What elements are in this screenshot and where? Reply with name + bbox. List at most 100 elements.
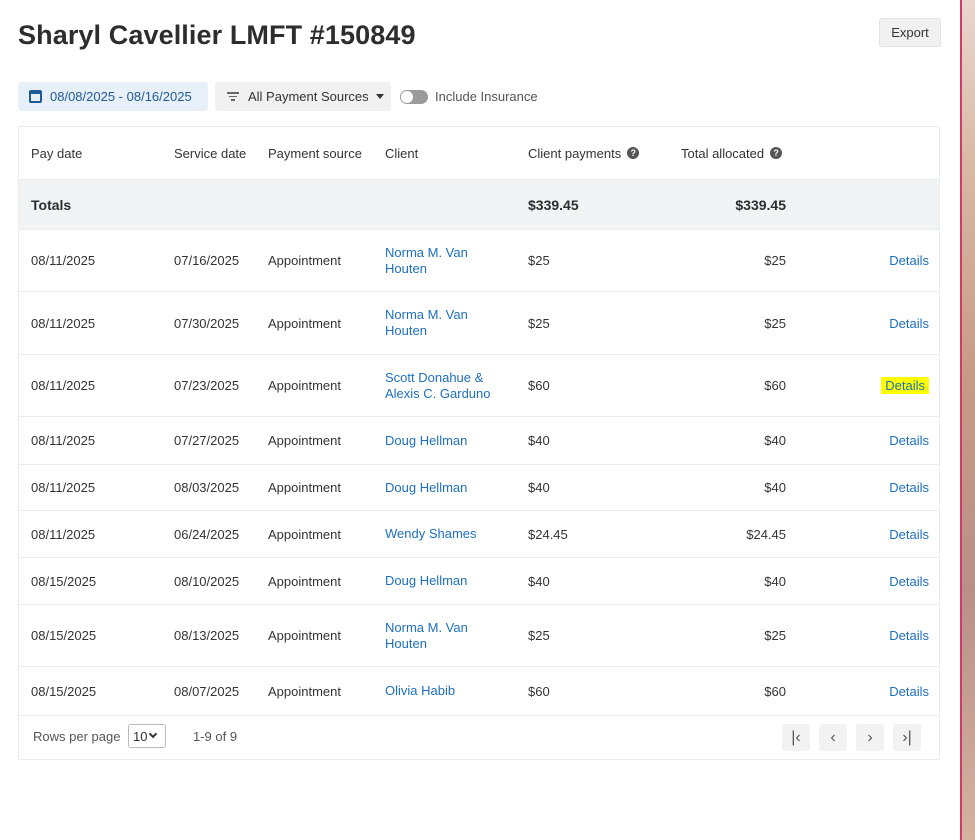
- pay-date: 08/11/2025: [31, 480, 96, 495]
- pay-date: 08/15/2025: [31, 683, 97, 699]
- total-allocated: $25: [764, 315, 786, 331]
- col-client: Client: [385, 145, 419, 161]
- payment-source-filter[interactable]: All Payment Sources: [215, 82, 391, 111]
- help-icon[interactable]: ?: [770, 147, 783, 159]
- payment-source-label: All Payment Sources: [248, 89, 369, 104]
- client-payments: $25: [528, 628, 550, 643]
- details-link[interactable]: Details: [889, 628, 929, 643]
- details-cell: Details: [819, 465, 929, 510]
- client-payments: $40: [528, 480, 550, 495]
- date-range-filter[interactable]: 08/08/2025 - 08/16/2025: [18, 82, 208, 111]
- pay-date: 08/11/2025: [31, 315, 96, 331]
- caret-down-icon: [375, 94, 384, 99]
- details-cell: Details: [819, 605, 929, 666]
- client-cell: Norma M. Van Houten: [385, 292, 515, 354]
- service-date: 07/30/2025: [174, 315, 240, 331]
- table-footer: Rows per page 10 1-9 of 9 |‹ ‹ › ›|: [19, 716, 939, 760]
- client-payments: $40: [528, 433, 550, 448]
- toggle-knob: [401, 91, 413, 103]
- client-payments: $60: [528, 683, 550, 699]
- pay-date: 08/11/2025: [31, 378, 96, 393]
- table-row: 08/11/2025 07/30/2025 Appointment Norma M. …: [19, 292, 939, 355]
- client-payments: $40: [528, 573, 550, 589]
- col-payment-source: Payment source: [268, 145, 362, 161]
- details-link[interactable]: Details: [889, 574, 929, 589]
- calendar-icon: [29, 90, 42, 103]
- client-link[interactable]: Doug Hellman: [385, 480, 467, 496]
- details-link[interactable]: Details: [881, 377, 929, 394]
- client-link[interactable]: Norma M. Van Houten: [385, 620, 468, 652]
- prev-page-button[interactable]: ‹: [819, 724, 847, 751]
- total-allocated: $60: [764, 683, 786, 699]
- total-allocated: $25: [764, 628, 786, 643]
- details-link[interactable]: Details: [889, 316, 929, 331]
- payment-source: Appointment: [268, 573, 341, 589]
- details-cell: Details: [819, 230, 929, 291]
- client-name-line1: Olivia Habib: [385, 683, 456, 698]
- col-client-payments-label: Client payments: [528, 145, 622, 161]
- service-date: 07/23/2025: [174, 378, 240, 393]
- client-name-line2: Alexis C. Garduno: [385, 385, 491, 401]
- details-cell: Details: [819, 355, 929, 416]
- client-cell: Doug Hellman: [385, 417, 515, 464]
- client-payments: $24.45: [528, 526, 568, 542]
- client-name-line2: Houten: [385, 635, 427, 651]
- service-date: 08/07/2025: [174, 683, 240, 699]
- details-link[interactable]: Details: [889, 433, 929, 448]
- client-link[interactable]: Scott Donahue & Alexis C. Garduno: [385, 370, 491, 402]
- details-link[interactable]: Details: [889, 253, 929, 268]
- client-link[interactable]: Doug Hellman: [385, 433, 467, 449]
- client-name-line2: Houten: [385, 323, 427, 338]
- client-cell: Scott Donahue & Alexis C. Garduno: [385, 355, 515, 416]
- col-total-allocated-label: Total allocated: [681, 145, 765, 161]
- total-allocated: $24.45: [746, 526, 786, 542]
- client-cell: Doug Hellman: [385, 465, 515, 510]
- client-link[interactable]: Norma M. Van Houten: [385, 245, 468, 277]
- details-link[interactable]: Details: [889, 527, 929, 542]
- next-page-button[interactable]: ›: [856, 724, 884, 751]
- table-row: 08/11/2025 07/23/2025 Appointment Scott Don…: [19, 355, 939, 417]
- payments-table: Pay date Service date Payment source Cli…: [18, 126, 940, 760]
- client-link[interactable]: Wendy Shames: [385, 526, 477, 542]
- client-name-line1: Doug Hellman: [385, 479, 468, 495]
- col-client-payments: Client payments?: [528, 127, 640, 179]
- first-page-icon: |‹: [791, 728, 801, 746]
- pay-date: 08/11/2025: [31, 526, 96, 542]
- totals-row: Totals $339.45 $339.45: [19, 180, 939, 230]
- first-page-button[interactable]: |‹: [782, 724, 810, 751]
- pay-date: 08/15/2025: [31, 573, 97, 589]
- last-page-button[interactable]: ›|: [893, 724, 921, 751]
- pay-date: 08/15/2025: [31, 628, 97, 643]
- pay-date: 08/11/2025: [31, 433, 96, 448]
- client-name-line1: Norma M. Van: [385, 244, 468, 260]
- payment-source: Appointment: [268, 628, 341, 643]
- details-link[interactable]: Details: [889, 684, 929, 699]
- table-row: 08/11/2025 08/03/2025 Appointment Doug Hell…: [19, 465, 939, 511]
- rows-per-page-label: Rows per page: [33, 729, 121, 744]
- client-payments: $60: [528, 378, 550, 393]
- table-row: 08/11/2025 07/16/2025 Appointment Norma M. …: [19, 230, 939, 292]
- service-date: 08/03/2025: [174, 480, 240, 495]
- client-name-line1: Norma M. Van: [385, 307, 468, 322]
- client-name-line1: Norma M. Van: [385, 619, 468, 635]
- client-cell: Norma M. Van Houten: [385, 605, 515, 666]
- client-link[interactable]: Olivia Habib: [385, 683, 455, 699]
- col-total-allocated: Total allocated?: [681, 127, 783, 179]
- table-row: 08/15/2025 08/10/2025 Appointment Doug Hell…: [19, 558, 939, 605]
- service-date: 07/16/2025: [174, 253, 240, 268]
- help-icon[interactable]: ?: [627, 147, 640, 159]
- client-link[interactable]: Doug Hellman: [385, 573, 467, 589]
- client-name-line1: Doug Hellman: [385, 573, 468, 588]
- payment-source: Appointment: [268, 480, 341, 495]
- rows-per-page-select[interactable]: 10: [128, 724, 166, 748]
- chevron-left-icon: ‹: [830, 728, 836, 746]
- client-name-line1: Wendy Shames: [385, 526, 477, 541]
- include-insurance-toggle[interactable]: [400, 90, 428, 104]
- include-insurance-label: Include Insurance: [435, 89, 538, 104]
- client-cell: Wendy Shames: [385, 511, 515, 557]
- details-cell: Details: [819, 511, 929, 557]
- client-link[interactable]: Norma M. Van Houten: [385, 307, 468, 339]
- export-button[interactable]: Export: [879, 18, 941, 47]
- details-link[interactable]: Details: [889, 480, 929, 495]
- pay-date: 08/11/2025: [31, 253, 96, 268]
